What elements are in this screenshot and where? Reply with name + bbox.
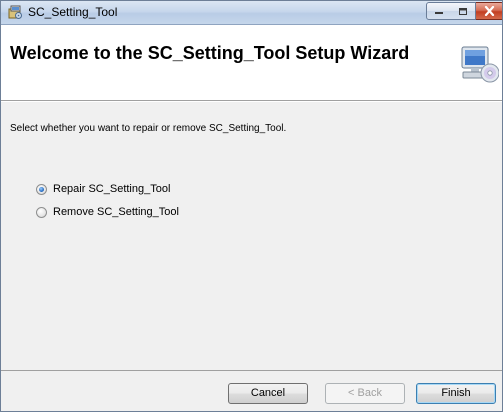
maximize-button[interactable] — [451, 2, 476, 20]
minimize-button[interactable] — [426, 2, 452, 20]
instruction-text: Select whether you want to repair or rem… — [10, 123, 287, 134]
page-title: Welcome to the SC_Setting_Tool Setup Wiz… — [10, 43, 410, 63]
installer-icon — [8, 5, 22, 19]
cancel-button[interactable]: Cancel — [228, 383, 308, 404]
finish-button[interactable]: Finish — [416, 383, 496, 404]
wizard-header: Welcome to the SC_Setting_Tool Setup Wiz… — [1, 25, 502, 101]
close-icon — [484, 6, 495, 16]
window-title: SC_Setting_Tool — [28, 5, 118, 19]
back-button[interactable]: < Back — [325, 383, 405, 404]
maximize-icon — [459, 7, 467, 15]
setup-wizard-window: SC_Setting_Tool Welcome to the SC_Settin… — [0, 0, 503, 412]
wizard-body: Select whether you want to repair or rem… — [1, 102, 502, 370]
repair-option[interactable]: Repair SC_Setting_Tool — [36, 183, 170, 195]
remove-radio[interactable] — [36, 206, 47, 218]
computer-cd-icon — [461, 46, 499, 83]
remove-option[interactable]: Remove SC_Setting_Tool — [36, 206, 179, 218]
repair-option-label: Repair SC_Setting_Tool — [53, 183, 171, 195]
close-button[interactable] — [476, 2, 502, 20]
remove-option-label: Remove SC_Setting_Tool — [53, 206, 179, 218]
repair-radio[interactable] — [36, 183, 47, 195]
title-bar[interactable]: SC_Setting_Tool — [1, 1, 502, 25]
minimize-icon — [435, 12, 443, 14]
wizard-footer: Cancel < Back Finish — [1, 370, 502, 411]
